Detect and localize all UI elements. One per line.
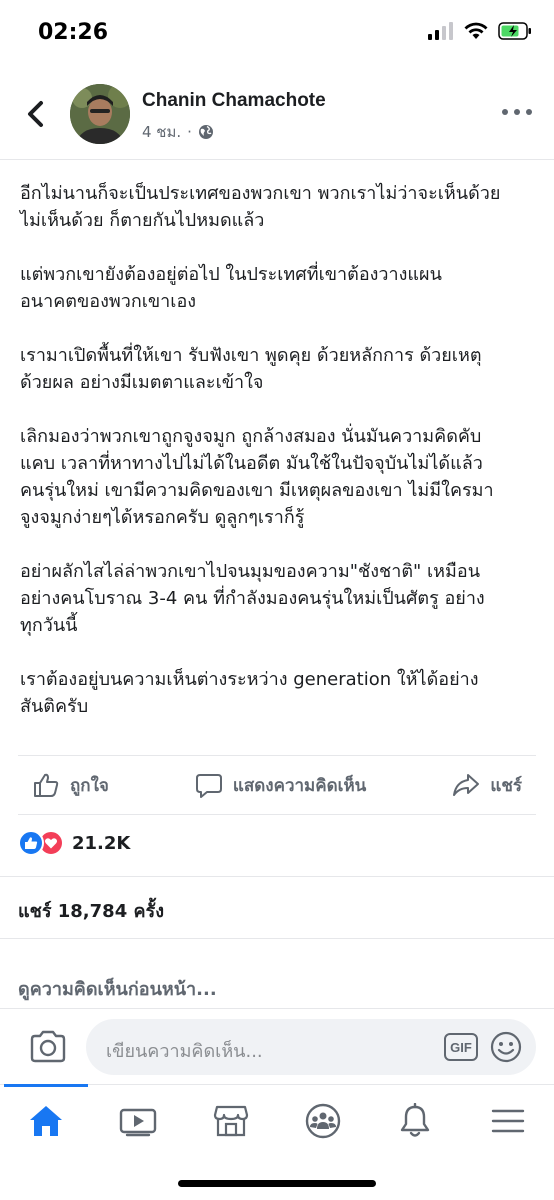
meta-separator: · — [187, 123, 192, 141]
share-button[interactable]: แชร์ — [452, 771, 522, 799]
status-time: 02:26 — [38, 20, 109, 45]
share-count[interactable]: แชร์ 18,784 ครั้ง — [18, 896, 164, 925]
divider — [0, 938, 554, 939]
tab-marketplace[interactable] — [185, 1085, 277, 1156]
comment-label: แสดงความคิดเห็น — [232, 775, 367, 796]
reactions-summary[interactable]: 21.2K — [18, 830, 130, 856]
post-time[interactable]: 4 ชม. — [142, 120, 181, 144]
back-chevron-icon — [28, 101, 43, 127]
back-button[interactable] — [20, 94, 50, 134]
post-paragraph: เรามาเปิดพื้นที่ให้เขา รับฟังเขา พูดคุย … — [20, 345, 482, 393]
watch-icon — [120, 1108, 157, 1136]
post-paragraph: อย่าผลักไสไล่ล่าพวกเขาไปจนมุมของความ"ชัง… — [20, 561, 485, 636]
tab-home[interactable] — [0, 1084, 92, 1156]
more-dots-icon — [502, 109, 508, 115]
author-name[interactable]: Chanin Chamachote — [142, 90, 326, 112]
wifi-icon — [464, 22, 488, 39]
more-dot — [526, 109, 532, 115]
smiley-icon — [490, 1031, 522, 1063]
camera-icon — [30, 1030, 66, 1063]
post-meta: 4 ชม. · — [142, 120, 214, 144]
like-button[interactable]: ถูกใจ — [32, 771, 109, 799]
comment-composer: เขียนความคิดเห็น... GIF — [0, 1008, 554, 1084]
reaction-count: 21.2K — [72, 832, 131, 854]
avatar[interactable] — [70, 84, 130, 144]
tab-watch[interactable] — [92, 1085, 184, 1156]
post-body: อีกไม่นานก็จะเป็นประเทศของพวกเขา พวกเราไ… — [20, 180, 536, 747]
bottom-tab-bar — [0, 1084, 554, 1156]
marketplace-icon — [213, 1105, 248, 1136]
share-arrow-icon — [453, 774, 480, 796]
tab-menu[interactable] — [462, 1085, 554, 1156]
tab-groups[interactable] — [277, 1085, 369, 1156]
post-actions: ถูกใจ แสดงความคิดเห็น แชร์ — [18, 755, 536, 815]
emoji-button[interactable] — [490, 1031, 522, 1063]
groups-icon — [305, 1103, 341, 1138]
post-paragraph: อีกไม่นานก็จะเป็นประเทศของพวกเขา พวกเราไ… — [20, 183, 501, 231]
camera-button[interactable] — [28, 1029, 68, 1065]
globe-icon — [198, 125, 213, 139]
status-icons — [428, 22, 532, 40]
comment-placeholder: เขียนความคิดเห็น... — [106, 1041, 263, 1062]
gif-button[interactable]: GIF — [444, 1033, 478, 1061]
status-bar: 02:26 — [0, 0, 554, 70]
more-dot — [514, 109, 520, 115]
divider — [0, 876, 554, 877]
tab-notifications[interactable] — [369, 1085, 461, 1156]
battery-icon — [498, 22, 531, 40]
avatar-photo — [70, 84, 130, 144]
menu-icon — [491, 1109, 524, 1132]
signal-icon — [428, 22, 453, 40]
like-label: ถูกใจ — [70, 775, 109, 796]
post-paragraph: แต่พวกเขายังต้องอยู่ต่อไป ในประเทศที่เขา… — [20, 264, 442, 312]
share-label: แชร์ — [490, 775, 522, 796]
home-indicator[interactable] — [178, 1180, 376, 1187]
thumbs-up-icon — [34, 773, 59, 797]
more-options-button[interactable] — [502, 100, 532, 124]
home-icon — [30, 1105, 63, 1136]
post-paragraph: เลิกมองว่าพวกเขาถูกจูงจมูก ถูกล้างสมอง น… — [20, 426, 494, 528]
comment-bubble-icon — [195, 774, 222, 798]
post-paragraph: เราต้องอยู่บนความเห็นต่างระหว่าง generat… — [20, 669, 479, 717]
comment-button[interactable]: แสดงความคิดเห็น — [195, 771, 366, 799]
post-header: Chanin Chamachote 4 ชม. · — [0, 70, 554, 160]
notifications-icon — [401, 1102, 430, 1137]
comment-input[interactable]: เขียนความคิดเห็น... GIF — [86, 1019, 536, 1075]
like-reaction-icon — [18, 830, 44, 856]
view-previous-comments[interactable]: ดูความคิดเห็นก่อนหน้า... — [18, 974, 217, 1003]
